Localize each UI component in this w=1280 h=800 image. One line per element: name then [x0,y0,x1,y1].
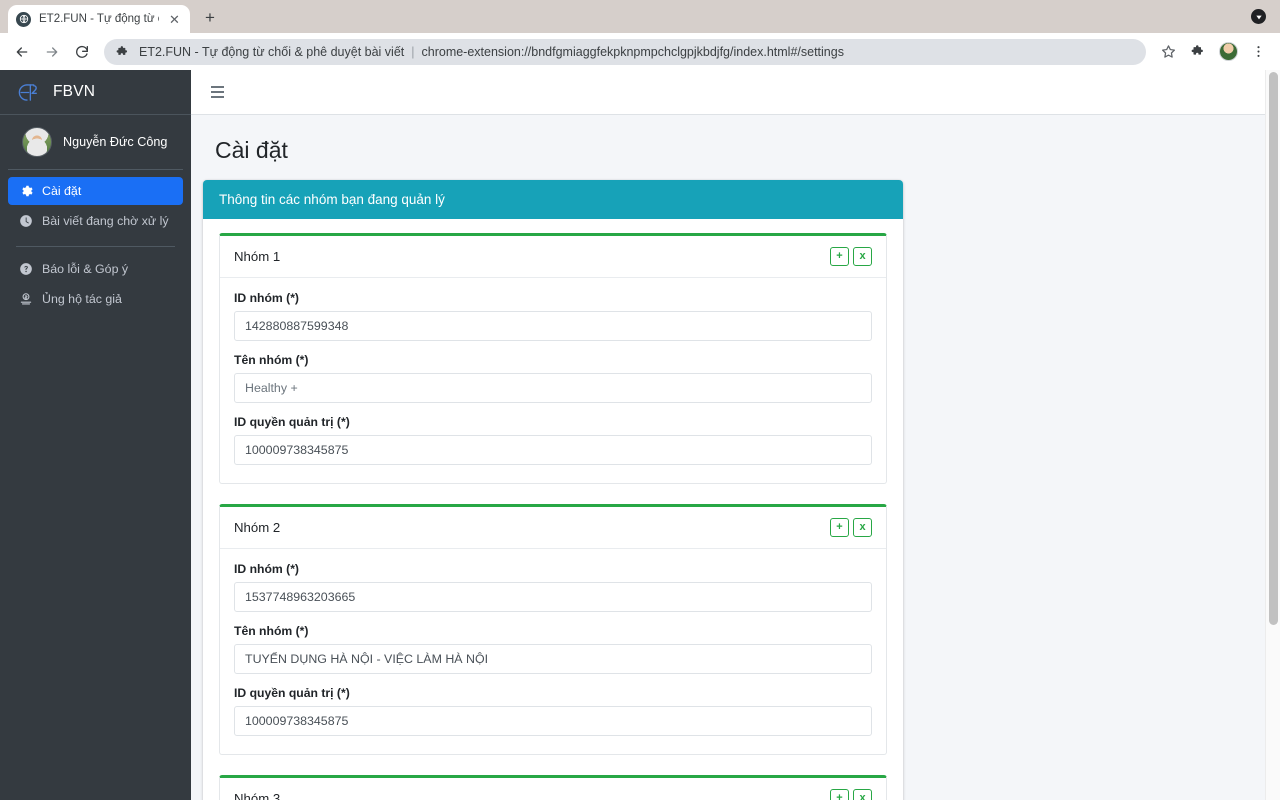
page-viewport: FBVN Nguyễn Đức Công Cài đặt Bài viết đa… [0,70,1280,800]
donate-icon [18,292,33,307]
sidebar-item-pending-posts[interactable]: Bài viết đang chờ xử lý [8,207,183,235]
remove-group-button[interactable]: x [853,789,872,800]
group-body: ID nhóm (*) Tên nhóm (*) ID quyền quản t… [220,278,886,483]
field-label: Tên nhóm (*) [234,353,309,367]
group-tools: + x [830,789,872,800]
hamburger-icon[interactable] [207,82,228,102]
page-title: Cài đặt [215,137,288,163]
puzzle-icon[interactable] [1184,38,1212,66]
sidebar-user[interactable]: Nguyễn Đức Công [8,115,183,170]
sidebar-item-settings[interactable]: Cài đặt [8,177,183,205]
field-group-id: ID nhóm (*) [234,562,872,612]
browser-window: ET2.FUN - Tự động từ chối & p ✕ + ET2.FU… [0,0,1280,800]
avatar[interactable] [1214,38,1242,66]
avatar-icon [1218,42,1238,61]
sidebar-nav: Cài đặt Bài viết đang chờ xử lý Báo lỗi … [0,170,191,315]
new-tab-button[interactable]: + [196,4,224,32]
field-label: ID quyền quản trị (*) [234,415,350,429]
admin-id-input[interactable] [234,435,872,465]
group-tools: + x [830,518,872,537]
extension-puzzle-icon [116,45,130,59]
group-header: Nhóm 2 + x [220,507,886,549]
group-header: Nhóm 1 + x [220,236,886,278]
sidebar-user-name: Nguyễn Đức Công [63,135,168,149]
forward-button[interactable] [38,38,66,66]
three-dot-menu-icon[interactable] [1244,38,1272,66]
field-group-name: Tên nhóm (*) [234,624,872,674]
group-id-input[interactable] [234,582,872,612]
group-body: ID nhóm (*) Tên nhóm (*) ID quyền quản t… [220,549,886,754]
download-icon[interactable] [1251,9,1266,24]
brand-name: FBVN [53,83,96,100]
sidebar-item-label: Cài đặt [42,184,82,198]
content-scroll-area: Cài đặt Thông tin các nhóm bạn đang quản… [191,115,1280,800]
group-id-input[interactable] [234,311,872,341]
globe-icon [16,11,31,27]
group-panel: Nhóm 3 + x ID nhóm (*) [219,775,887,800]
scrollbar-thumb[interactable] [1269,72,1278,625]
field-label: ID nhóm (*) [234,562,299,576]
et2-logo-icon [16,79,43,106]
add-group-button[interactable]: + [830,789,849,800]
page-scrollbar[interactable] [1265,70,1280,800]
omnibox-separator: | [411,44,415,59]
tab-strip: ET2.FUN - Tự động từ chối & p ✕ + [0,0,1280,33]
add-group-button[interactable]: + [830,247,849,266]
group-title: Nhóm 1 [234,249,281,264]
clock-icon [18,214,33,229]
reload-button[interactable] [68,38,96,66]
group-panel: Nhóm 1 + x ID nhóm (*) 142880887599348 T… [219,233,887,484]
sidebar-item-donate[interactable]: Ủng hộ tác giả [8,285,183,313]
remove-group-button[interactable]: x [853,518,872,537]
group-tools: + x [830,247,872,266]
group-header: Nhóm 3 + x [220,778,886,800]
add-group-button[interactable]: + [830,518,849,537]
content-topbar [191,70,1280,115]
group-panel: Nhóm 2 + x ID nhóm (*) 1537748963203665 … [219,504,887,755]
card-header: Thông tin các nhóm bạn đang quản lý [203,180,903,219]
admin-id-input[interactable] [234,706,872,736]
main-content: Cài đặt Thông tin các nhóm bạn đang quản… [191,70,1280,800]
question-circle-icon [18,262,33,277]
field-admin-id: ID quyền quản trị (*) [234,415,872,465]
gear-icon [18,184,33,199]
sidebar-item-label: Ủng hộ tác giả [42,292,122,306]
group-title: Nhóm 3 [234,791,281,800]
sidebar-item-label: Báo lỗi & Góp ý [42,262,129,276]
browser-tab[interactable]: ET2.FUN - Tự động từ chối & p ✕ [8,5,190,33]
omnibox-text: ET2.FUN - Tự động từ chối & phê duyệt bà… [139,45,844,59]
browser-toolbar: ET2.FUN - Tự động từ chối & phê duyệt bà… [0,33,1280,70]
field-group-name: Tên nhóm (*) [234,353,872,403]
user-avatar [22,127,52,157]
card-body: Nhóm 1 + x ID nhóm (*) 142880887599348 T… [203,219,903,800]
brand[interactable]: FBVN [0,70,191,115]
field-label: ID nhóm (*) [234,291,299,305]
star-icon[interactable] [1154,38,1182,66]
field-label: Tên nhóm (*) [234,624,309,638]
group-name-input[interactable] [234,644,872,674]
tab-title: ET2.FUN - Tự động từ chối & p [39,13,159,25]
field-admin-id: ID quyền quản trị (*) [234,686,872,736]
field-group-id: ID nhóm (*) [234,291,872,341]
group-name-input[interactable] [234,373,872,403]
omnibox-page-title: ET2.FUN - Tự động từ chối & phê duyệt bà… [139,44,405,59]
sidebar: FBVN Nguyễn Đức Công Cài đặt Bài viết đa… [0,70,191,800]
sidebar-divider [16,246,175,247]
address-bar[interactable]: ET2.FUN - Tự động từ chối & phê duyệt bà… [104,38,1146,65]
omnibox-url: chrome-extension://bndfgmiaggfekpknpmpch… [421,44,844,59]
page-inner: Cài đặt Thông tin các nhóm bạn đang quản… [191,115,1280,800]
groups-card: Thông tin các nhóm bạn đang quản lý Nhóm… [203,180,903,800]
sidebar-item-label: Bài viết đang chờ xử lý [42,214,169,228]
toolbar-actions [1154,38,1272,66]
back-button[interactable] [8,38,36,66]
tab-close-icon[interactable]: ✕ [167,12,182,27]
field-label: ID quyền quản trị (*) [234,686,350,700]
sidebar-item-report-feedback[interactable]: Báo lỗi & Góp ý [8,255,183,283]
remove-group-button[interactable]: x [853,247,872,266]
group-title: Nhóm 2 [234,520,281,535]
